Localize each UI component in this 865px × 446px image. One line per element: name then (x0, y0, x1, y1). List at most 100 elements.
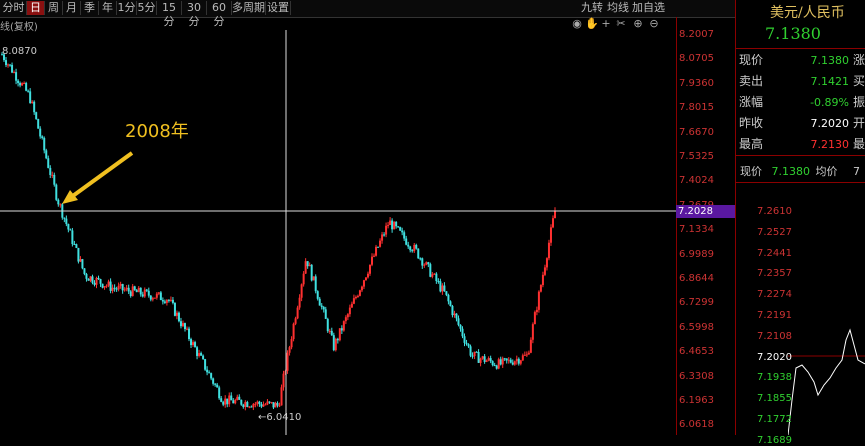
toolbar-button[interactable]: 加自选 (632, 1, 665, 15)
candle-body (473, 351, 476, 357)
candle-body (214, 383, 217, 385)
candle-body (423, 264, 426, 266)
zoom-in-icon[interactable]: ⊕ (632, 17, 644, 31)
period-tab[interactable]: 年 (99, 1, 117, 15)
period-tab[interactable]: 季 (81, 1, 99, 15)
candle-body (220, 398, 223, 402)
candle-body (5, 60, 8, 65)
candle-body (161, 300, 164, 302)
candle-body (443, 285, 446, 292)
period-tab[interactable]: 日 (27, 1, 45, 15)
candle-body (11, 64, 14, 73)
candle-body (119, 284, 122, 286)
candle-body (314, 276, 317, 292)
candle-body (483, 356, 486, 362)
candle-body (25, 82, 28, 91)
candle-body (493, 365, 496, 367)
candle-body (163, 301, 166, 303)
candle-body (505, 358, 508, 361)
candle-body (296, 307, 299, 319)
candle-body (545, 258, 548, 268)
period-tab[interactable]: 多周期 (232, 1, 266, 15)
candle-body (332, 335, 335, 351)
candle-body (65, 218, 68, 225)
period-tab[interactable]: 60分 (207, 1, 232, 28)
candle-body (515, 358, 518, 362)
candle-body (95, 277, 98, 285)
period-tab[interactable]: 设置 (266, 1, 291, 15)
candle-body (7, 64, 10, 66)
candle-body (268, 401, 271, 403)
candle-body (517, 358, 520, 364)
hand-icon[interactable]: ✋ (585, 17, 599, 31)
candle-body (322, 307, 325, 310)
candle-body (69, 229, 72, 231)
candle-body (145, 289, 148, 291)
candle-body (316, 291, 319, 299)
candle-body (260, 404, 263, 407)
toolbar-button[interactable]: 均线 (607, 1, 629, 15)
crosshair-icon[interactable]: + (600, 17, 612, 31)
candle-body (121, 284, 124, 291)
period-tab[interactable]: 月 (63, 1, 81, 15)
candle-body (113, 287, 116, 289)
period-tab[interactable]: 30分 (182, 1, 207, 28)
candle-body (248, 406, 251, 408)
price-tick-label: 6.0618 (679, 419, 714, 431)
candle-body (533, 312, 536, 325)
candle-body (455, 313, 458, 319)
period-tab[interactable]: 分时 (1, 1, 27, 15)
candle-body (340, 328, 343, 331)
candle-body (417, 248, 420, 259)
scissors-icon[interactable]: ✂ (615, 17, 627, 31)
candle-body (457, 318, 460, 325)
period-tab[interactable]: 周 (45, 1, 63, 15)
candle-body (366, 273, 369, 278)
period-tab[interactable]: 1分 (117, 1, 137, 15)
zoom-out-icon[interactable]: ⊖ (648, 17, 660, 31)
candle-body (489, 358, 492, 362)
candle-body (111, 287, 114, 291)
divider (735, 182, 865, 183)
candle-body (463, 336, 466, 343)
candle-body (192, 342, 195, 346)
period-tab[interactable]: 15分 (157, 1, 182, 28)
mini-value-price: 7.1380 (771, 165, 811, 178)
quote-value: 7.1421 (810, 75, 850, 88)
candle-body (403, 232, 406, 239)
candle-body (421, 258, 424, 266)
price-tick-label: 7.8015 (679, 102, 714, 114)
toolbar-button[interactable]: 九转 (581, 1, 603, 15)
candlestick-chart[interactable]: 2008年 8.0870 ←6.0410 (0, 30, 676, 435)
candle-body (324, 309, 327, 319)
period-tab[interactable]: 5分 (137, 1, 157, 15)
candle-body (362, 280, 365, 287)
candle-body (551, 218, 554, 228)
candle-body (87, 278, 90, 281)
candle-body (521, 355, 524, 361)
candle-body (447, 294, 450, 302)
price-axis: 8.2007 8.0705 7.9360 7.8015 7.6670 7.5325 7.40… (676, 17, 736, 435)
candle-body (445, 291, 448, 295)
quote-suffix: 买 (852, 74, 865, 88)
annotation-arrow (68, 151, 134, 200)
candle-body (471, 355, 474, 357)
candle-body (477, 351, 480, 363)
annotation-label: 2008年 (125, 121, 189, 142)
candle-body (350, 303, 353, 308)
quote-value: 7.2020 (810, 117, 850, 130)
candle-body (270, 402, 273, 404)
candle-body (93, 282, 96, 285)
candle-body (467, 344, 470, 347)
candle-body (280, 387, 283, 406)
candle-body (169, 299, 172, 301)
candle-body (212, 378, 215, 384)
candle-body (115, 288, 118, 290)
candle-body (338, 328, 341, 341)
candle-body (266, 401, 269, 405)
mini-price-tick: 7.1772 (757, 414, 792, 425)
candle-body (304, 261, 307, 274)
candle-body (47, 158, 50, 168)
candle-body (125, 287, 128, 290)
eye-icon[interactable]: ◉ (571, 17, 583, 31)
